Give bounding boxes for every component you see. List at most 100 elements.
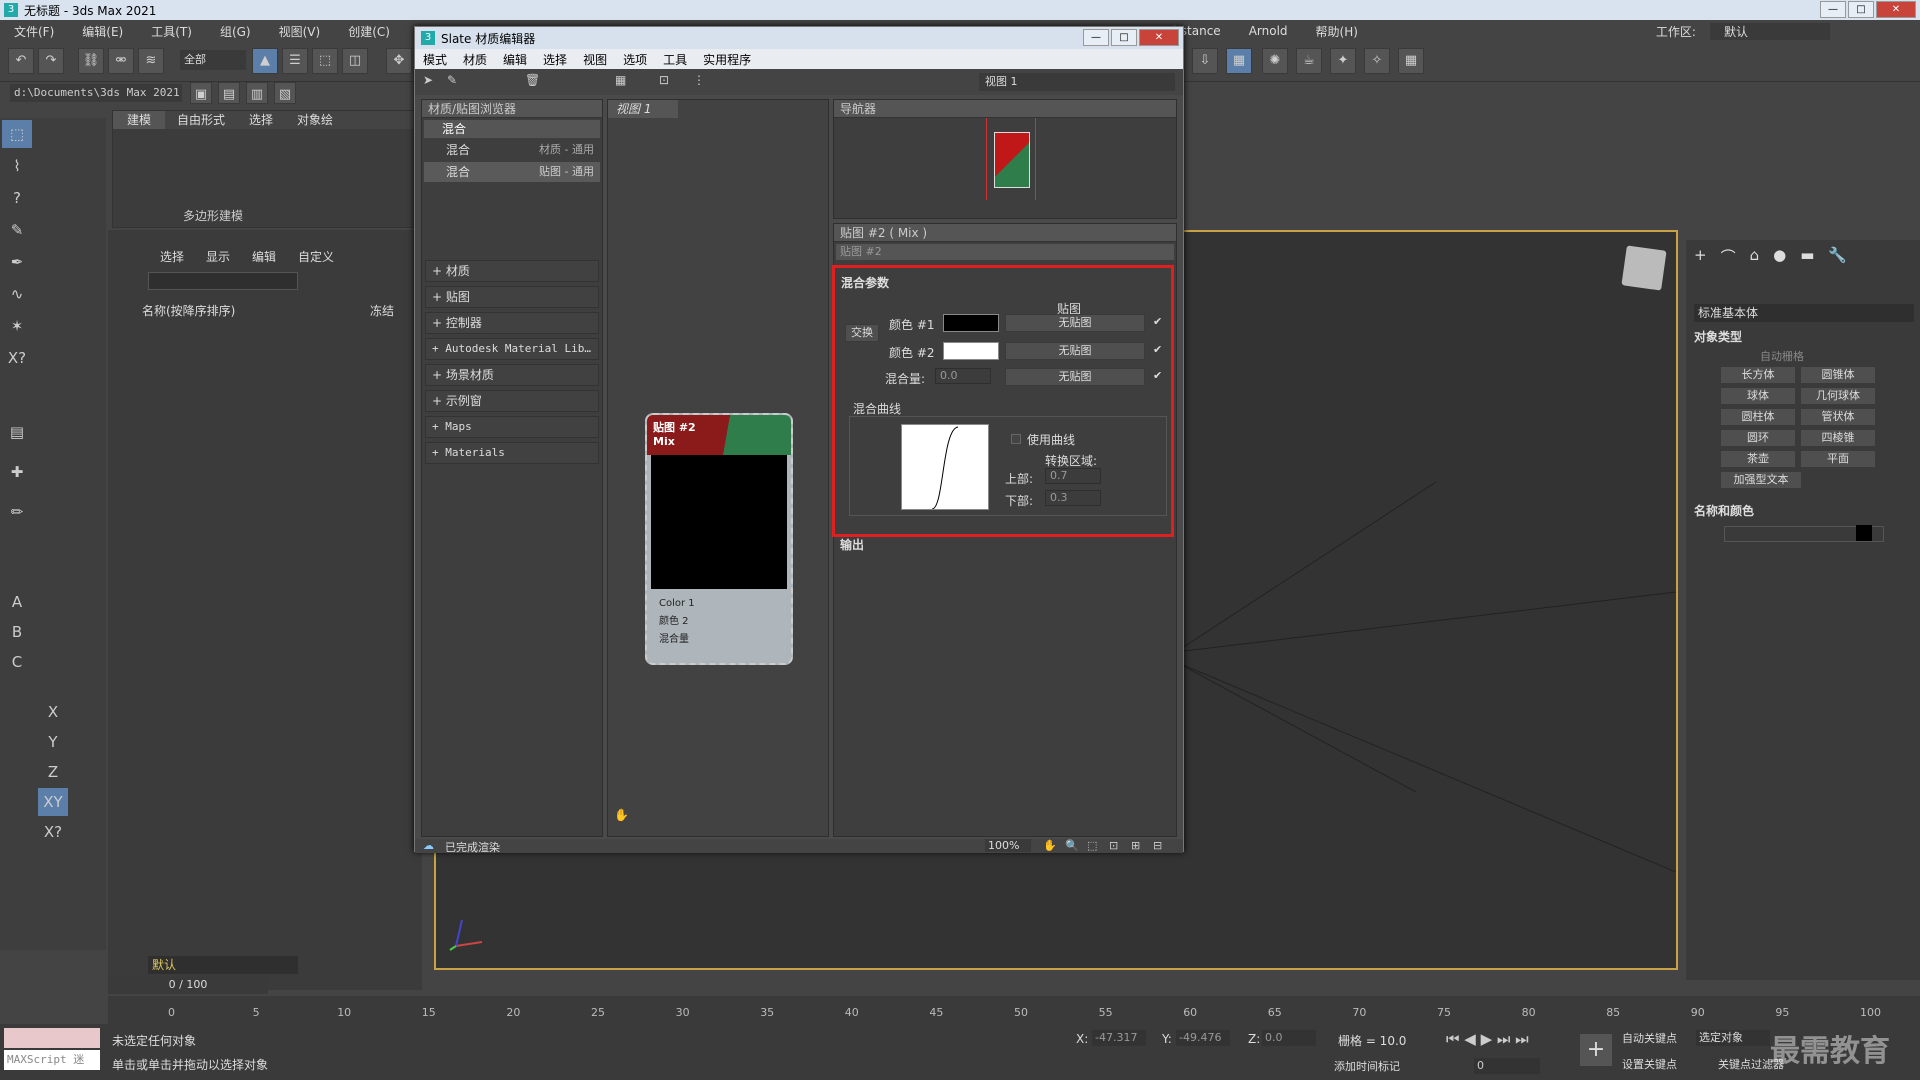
workspace-select[interactable]: 默认 <box>1709 22 1830 40</box>
slate-menu-view[interactable]: 视图 <box>575 51 615 68</box>
scene-tab-display[interactable]: 显示 <box>206 248 230 265</box>
menu-help[interactable]: 帮助(H) <box>1302 23 1372 40</box>
set-key-button[interactable]: 设置关键点 <box>1622 1056 1677 1072</box>
primitive-button[interactable]: 几何球体 <box>1800 387 1876 405</box>
slate-minimize-button[interactable]: — <box>1083 29 1109 46</box>
view-select[interactable]: 视图 1 <box>979 73 1175 91</box>
pan-hand-icon[interactable]: ✋ <box>614 808 629 822</box>
color1-swatch[interactable] <box>943 314 999 332</box>
project-set-icon[interactable]: ▥ <box>246 82 268 104</box>
motion-tab-icon[interactable]: ● <box>1773 246 1786 267</box>
timeline-track[interactable]: 0 5 10 15 20 25 30 35 40 45 50 55 60 65 70 75 80 85 90 95 10… <box>108 996 1920 1024</box>
color1-map-button[interactable]: 无贴图 <box>1005 314 1145 332</box>
browser-search-input[interactable]: 混合 <box>424 120 600 138</box>
color1-map-checkbox[interactable]: ✔ <box>1153 316 1165 328</box>
color2-swatch[interactable] <box>943 342 999 360</box>
spline-icon[interactable]: ∿ <box>2 280 32 308</box>
pick-icon[interactable]: ? <box>2 184 32 212</box>
ribbon-tab-selection[interactable]: 选择 <box>237 111 285 129</box>
mix-params-header[interactable]: 混合参数 <box>841 274 889 291</box>
playback-controls[interactable]: ⏮ ◀ ▶ ⏭ ⏭ <box>1446 1030 1529 1048</box>
color2-map-checkbox[interactable]: ✔ <box>1153 344 1165 356</box>
view-tab[interactable]: 视图 1 <box>608 100 678 118</box>
axis-z-icon[interactable]: Z <box>38 758 68 786</box>
slate-show-map-icon[interactable]: ⊡ <box>659 73 669 87</box>
add-time-tag-button[interactable]: 添加时间标记 <box>1334 1058 1400 1074</box>
key-mode-select[interactable]: 选定对象 <box>1696 1030 1770 1046</box>
node-slot-amount[interactable]: 混合量 <box>659 631 791 649</box>
modify-tab-icon[interactable]: ⌒ <box>1721 246 1736 267</box>
rollout-maps[interactable]: + 贴图 <box>425 286 599 308</box>
menu-create[interactable]: 创建(C) <box>334 23 404 40</box>
c-tool-icon[interactable]: C <box>2 648 32 676</box>
menu-file[interactable]: 文件(F) <box>0 23 68 40</box>
scene-tab-edit[interactable]: 编辑 <box>252 248 276 265</box>
primitive-button[interactable]: 球体 <box>1720 387 1796 405</box>
project-path-select[interactable]: d:\Documents\3ds Max 2021 <box>10 84 182 102</box>
lasso-icon[interactable]: ⌇ <box>2 152 32 180</box>
render-setup-icon[interactable]: ⇩ <box>1192 48 1218 74</box>
slate-menu-options[interactable]: 选项 <box>615 51 655 68</box>
lower-spinner[interactable]: 0.3 <box>1045 490 1101 506</box>
pan-icon[interactable]: ✋ <box>1043 839 1057 852</box>
add-key-icon[interactable]: + <box>1580 1034 1612 1066</box>
layer-select[interactable]: 默认 <box>148 956 298 974</box>
render-grid-icon[interactable]: ▦ <box>1398 48 1424 74</box>
axis-x2-icon[interactable]: X? <box>38 818 68 846</box>
slate-menu-edit[interactable]: 编辑 <box>495 51 535 68</box>
project-folder-icon[interactable]: ▣ <box>190 82 212 104</box>
output-rollout[interactable]: 输出 <box>840 536 864 553</box>
slate-menu-select[interactable]: 选择 <box>535 51 575 68</box>
display-tab-icon[interactable]: ▬ <box>1800 246 1814 267</box>
slate-layout-icon[interactable]: ▦ <box>615 73 626 87</box>
object-color-swatch[interactable] <box>1856 525 1872 541</box>
param-name-field[interactable]: 贴图 #2 <box>836 244 1174 260</box>
hierarchy-tab-icon[interactable]: ⌂ <box>1750 246 1760 267</box>
xform-icon[interactable]: X? <box>2 344 32 372</box>
node-slot-color1[interactable]: Color 1 <box>659 595 791 613</box>
primitive-button[interactable]: 茶壶 <box>1720 450 1796 468</box>
rollout-sample-slots[interactable]: + 示例窗 <box>425 390 599 412</box>
color2-map-button[interactable]: 无贴图 <box>1005 342 1145 360</box>
slate-menu-tools[interactable]: 工具 <box>655 51 695 68</box>
zoom-region-icon[interactable]: ⬚ <box>1087 839 1097 852</box>
rollout-materials[interactable]: + 材质 <box>425 260 599 282</box>
slate-menu-utilities[interactable]: 实用程序 <box>695 51 759 68</box>
upper-spinner[interactable]: 0.7 <box>1045 468 1101 484</box>
redo-icon[interactable]: ↷ <box>38 48 64 74</box>
rollout-maps-lib[interactable]: + Maps <box>425 416 599 438</box>
zoom-icon[interactable]: 🔍 <box>1065 839 1079 852</box>
scene-column-frozen[interactable]: 冻结 <box>370 302 394 319</box>
maximize-button[interactable]: □ <box>1848 1 1874 18</box>
primitive-button[interactable]: 平面 <box>1800 450 1876 468</box>
browser-result-map[interactable]: 混合 贴图 - 通用 <box>424 162 600 182</box>
rect-region-icon[interactable]: ⬚ <box>312 48 338 74</box>
selection-filter-select[interactable]: 全部 <box>180 50 246 70</box>
name-color-rollout[interactable]: 名称和颜色 <box>1694 502 1754 519</box>
x-coord-field[interactable]: -47.317 <box>1092 1030 1146 1046</box>
slate-menu-modes[interactable]: 模式 <box>415 51 455 68</box>
utilities-tab-icon[interactable]: 🔧 <box>1828 246 1847 267</box>
rollout-autodesk-library[interactable]: + Autodesk Material Lib… <box>425 338 599 360</box>
browser-result-material[interactable]: 混合 材质 - 通用 <box>424 140 600 160</box>
menu-views[interactable]: 视图(V) <box>265 23 335 40</box>
select-object-icon[interactable]: ▲ <box>252 48 278 74</box>
zoom-all-icon[interactable]: ⊟ <box>1153 839 1162 852</box>
menu-arnold[interactable]: Arnold <box>1235 24 1302 38</box>
scene-tab-select[interactable]: 选择 <box>160 248 184 265</box>
swap-button[interactable]: 交换 <box>845 324 879 342</box>
axis-x-icon[interactable]: X <box>38 698 68 726</box>
object-type-rollout[interactable]: 对象类型 <box>1694 328 1742 345</box>
slate-pick-icon[interactable]: ✎ <box>447 73 457 87</box>
bind-spacewarp-icon[interactable]: ≋ <box>138 48 164 74</box>
render-production-icon[interactable]: ✦ <box>1330 48 1356 74</box>
axis-icon[interactable]: ✚ <box>2 458 32 486</box>
mix-map-node[interactable]: 贴图 #2 Mix Color 1 颜色 2 混合量 <box>645 413 793 665</box>
primitive-button[interactable]: 长方体 <box>1720 366 1796 384</box>
paint-select-icon[interactable]: ✎ <box>2 216 32 244</box>
object-category-select[interactable]: 标准基本体 <box>1694 304 1914 322</box>
primitive-button[interactable]: 圆环 <box>1720 429 1796 447</box>
mix-amount-map-checkbox[interactable]: ✔ <box>1153 370 1165 382</box>
mix-amount-map-button[interactable]: 无贴图 <box>1005 368 1145 386</box>
menu-edit[interactable]: 编辑(E) <box>68 23 137 40</box>
